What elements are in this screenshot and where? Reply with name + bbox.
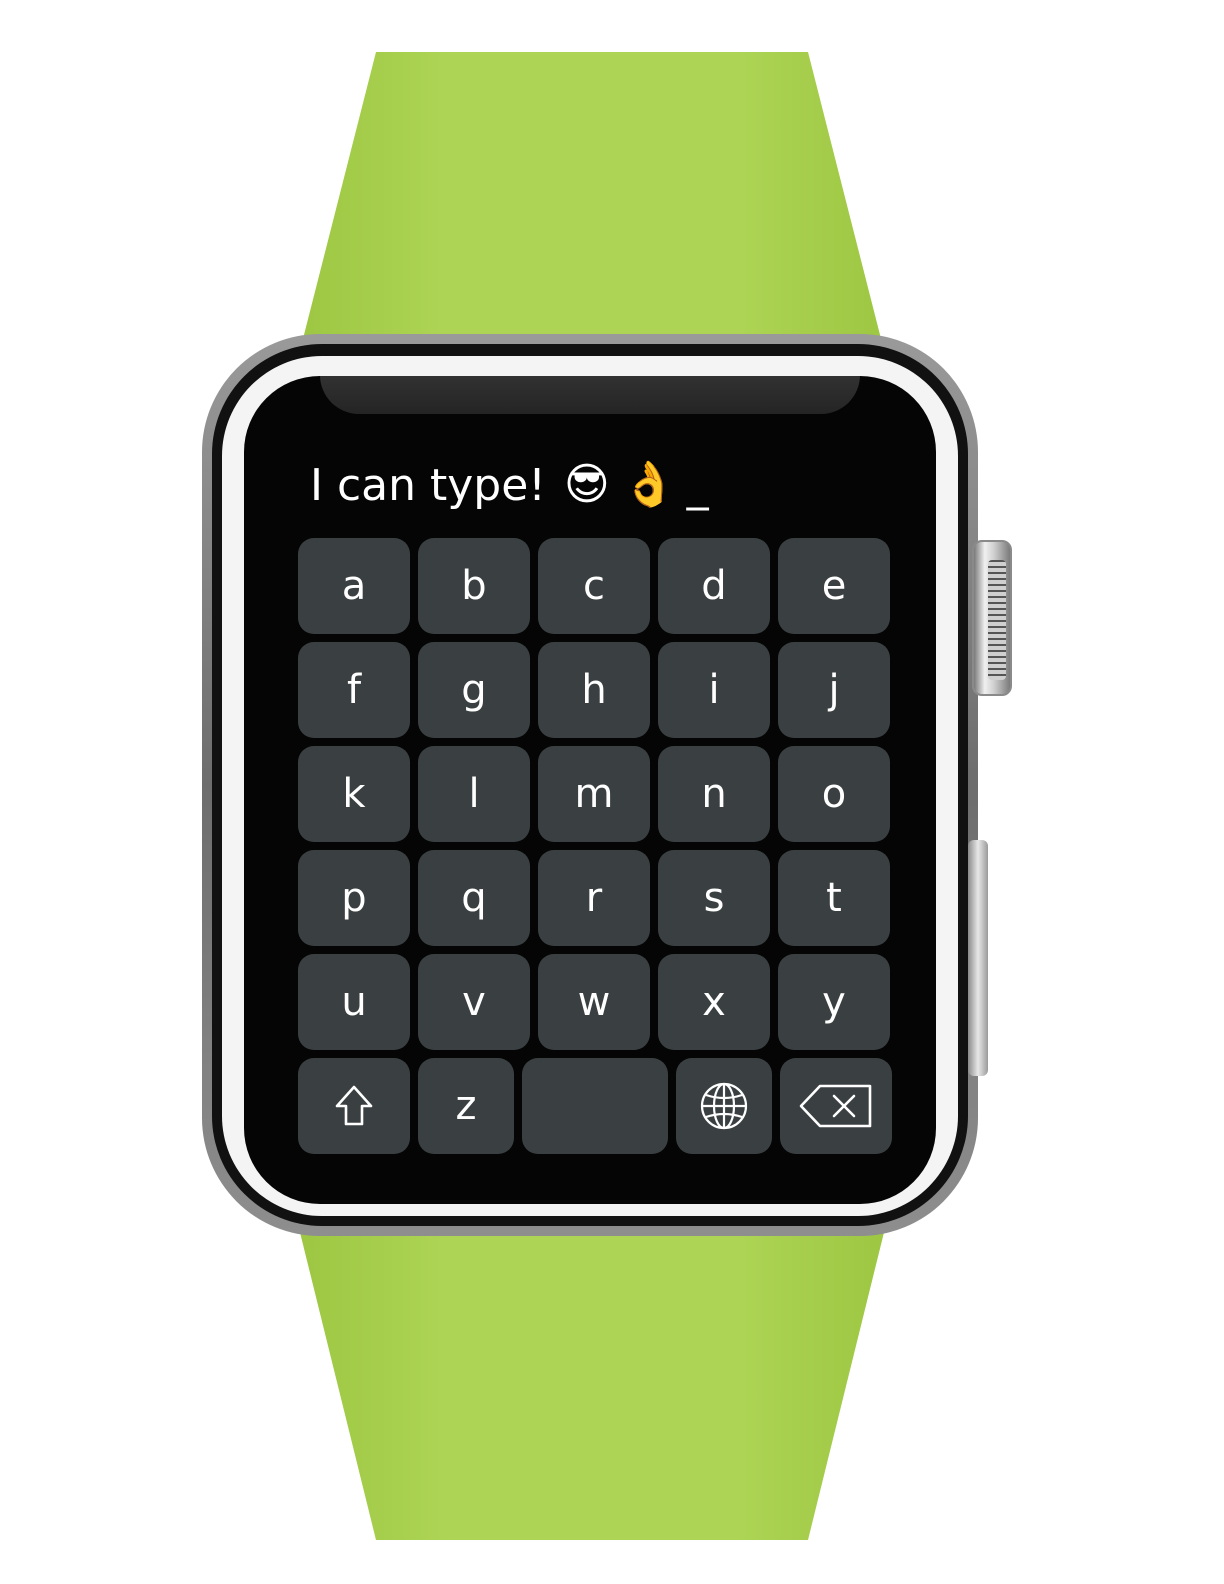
key-label: d [701,563,727,609]
key-label: j [828,667,840,713]
key-s[interactable]: s [658,850,770,946]
key-m[interactable]: m [538,746,650,842]
watch-band-bottom [292,1200,892,1540]
key-label: r [585,875,603,921]
globe-key[interactable] [676,1058,772,1154]
key-w[interactable]: w [538,954,650,1050]
text-cursor: _ [686,459,709,511]
side-button[interactable] [968,840,988,1076]
key-label: c [583,563,605,609]
key-n[interactable]: n [658,746,770,842]
key-l[interactable]: l [418,746,530,842]
key-label: n [701,771,727,817]
space-key[interactable] [522,1058,668,1154]
digital-crown[interactable] [972,540,1012,696]
key-label: q [461,875,487,921]
key-label: t [826,875,842,921]
delete-key[interactable] [780,1058,892,1154]
key-label: y [822,979,846,1025]
key-label: f [346,667,362,713]
key-d[interactable]: d [658,538,770,634]
shift-arrow-icon [335,1085,373,1126]
key-c[interactable]: c [538,538,650,634]
key-label: b [461,563,487,609]
key-g[interactable]: g [418,642,530,738]
key-label: a [341,563,367,609]
key-label: k [342,771,366,817]
key-label: i [708,667,720,713]
key-o[interactable]: o [778,746,890,842]
watch-band-top [292,52,892,382]
key-z[interactable]: z [418,1058,514,1154]
key-f[interactable]: f [298,642,410,738]
key-r[interactable]: r [538,850,650,946]
key-label: z [455,1083,477,1129]
key-label: p [341,875,367,921]
sunglasses-emoji: 😎 [563,459,610,510]
key-q[interactable]: q [418,850,530,946]
key-a[interactable]: a [298,538,410,634]
text-input-field[interactable]: I can type! 😎 👌 _ [310,452,709,518]
shift-key[interactable] [298,1058,410,1154]
key-label: x [702,979,726,1025]
key-h[interactable]: h [538,642,650,738]
key-label: g [461,667,487,713]
key-label: u [341,979,367,1025]
typed-text: I can type! [310,459,546,511]
ok-hand-emoji: 👌 [621,459,677,510]
key-label: h [581,667,607,713]
watch-mockup: I can type! 😎 👌 _ a b c d e f g h i j k … [0,0,1224,1584]
key-label: s [703,875,725,921]
key-label: m [574,771,614,817]
watch-screen: I can type! 😎 👌 _ a b c d e f g h i j k … [244,376,936,1204]
key-k[interactable]: k [298,746,410,842]
key-label: e [821,563,847,609]
key-x[interactable]: x [658,954,770,1050]
globe-icon [700,1082,748,1130]
backspace-icon [799,1084,872,1128]
key-u[interactable]: u [298,954,410,1050]
key-p[interactable]: p [298,850,410,946]
screen-glare [320,376,860,414]
key-t[interactable]: t [778,850,890,946]
key-i[interactable]: i [658,642,770,738]
key-label: w [577,979,611,1025]
key-y[interactable]: y [778,954,890,1050]
key-j[interactable]: j [778,642,890,738]
key-label: o [821,771,847,817]
key-b[interactable]: b [418,538,530,634]
key-label: l [468,771,480,817]
key-v[interactable]: v [418,954,530,1050]
key-e[interactable]: e [778,538,890,634]
key-label: v [462,979,486,1025]
